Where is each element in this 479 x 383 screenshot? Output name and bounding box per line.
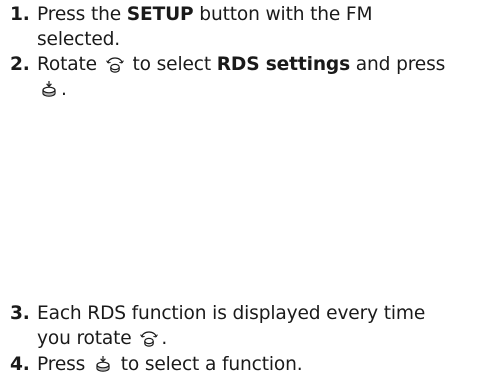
step-text: Press <box>37 354 91 375</box>
step-number: 3. <box>10 303 30 324</box>
step-text: Press the <box>37 4 127 25</box>
step-2: 2. Rotate to select RDS settings and pres… <box>10 52 471 102</box>
selector-knob-rotate-icon <box>139 329 159 347</box>
setup-button-label: SETUP <box>126 4 194 25</box>
step-text: selected. <box>37 29 121 50</box>
step-text: and press <box>350 54 446 75</box>
step-1: 1. Press the SETUP button with the FM sel… <box>10 2 471 52</box>
step-text: to select <box>126 54 217 75</box>
step-text: . <box>61 79 67 100</box>
step-text: Each RDS function is displayed every tim… <box>37 303 426 324</box>
step-text: button with the FM <box>193 4 373 25</box>
step-3: 3. Each RDS function is displayed every t… <box>10 301 471 351</box>
step-text: to select a function. <box>114 354 303 375</box>
selector-knob-press-icon <box>39 80 59 98</box>
step-number: 1. <box>10 4 30 25</box>
step-number: 4. <box>10 354 30 375</box>
rds-settings-label: RDS settings <box>216 54 351 75</box>
selector-knob-rotate-icon <box>105 55 125 73</box>
step-4: 4. Press to select a function. <box>10 352 471 377</box>
step-text: Rotate <box>37 54 103 75</box>
step-text: . <box>161 328 168 349</box>
step-number: 2. <box>10 54 30 75</box>
step-text: you rotate <box>37 328 138 349</box>
selector-knob-press-icon <box>93 355 113 373</box>
